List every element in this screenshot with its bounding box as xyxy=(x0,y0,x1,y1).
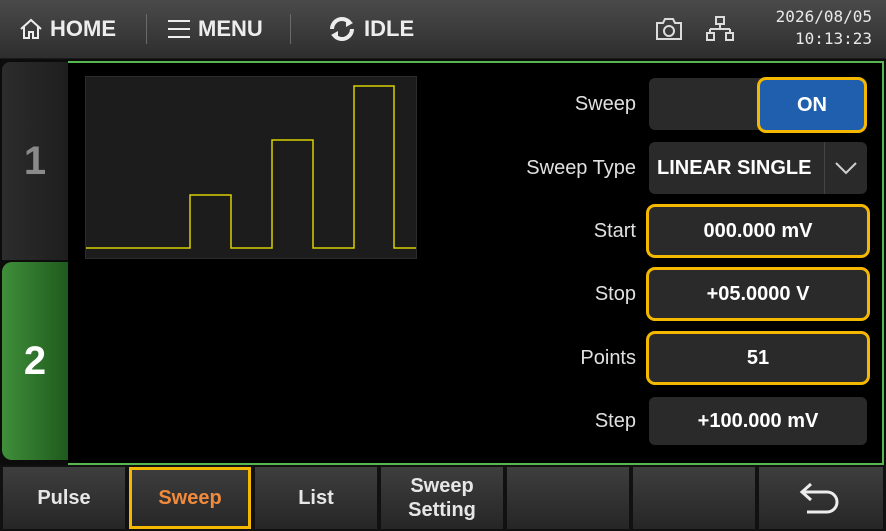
chevron-down-icon[interactable] xyxy=(824,142,867,194)
sweep-label: Sweep xyxy=(574,92,636,115)
empty-softkey[interactable] xyxy=(507,467,630,529)
softkey-line: Setting xyxy=(408,499,476,521)
empty-softkey[interactable] xyxy=(633,467,756,529)
back-arrow-icon xyxy=(799,482,839,514)
menu-icon xyxy=(168,20,190,38)
home-label: HOME xyxy=(50,16,116,41)
softkey-line: Sweep xyxy=(410,475,474,497)
network-icon xyxy=(706,16,734,41)
menu-label: MENU xyxy=(198,16,263,41)
date-text: 2026/08/05 xyxy=(775,7,872,26)
waveform-graphic xyxy=(86,85,416,249)
sweep-on-button[interactable]: ON xyxy=(760,80,864,130)
points-label: Points xyxy=(580,346,636,369)
top-bar xyxy=(0,0,886,59)
home-icon xyxy=(20,18,42,39)
menu-button[interactable]: MENU xyxy=(166,0,263,58)
home-button[interactable]: HOME xyxy=(18,0,116,58)
refresh-icon xyxy=(330,17,354,41)
tab-label: 2 xyxy=(23,338,47,383)
step-field[interactable]: +100.000 mV xyxy=(649,397,867,445)
status-indicator: IDLE xyxy=(326,0,414,58)
stop-field[interactable]: +05.0000 V xyxy=(649,270,867,318)
tab-channel-1[interactable]: 1 xyxy=(2,62,68,260)
time-text: 10:13:23 xyxy=(794,29,872,48)
step-label: Step xyxy=(594,409,636,432)
start-field[interactable]: 000.000 mV xyxy=(649,207,867,255)
tab-channel-2[interactable]: 2 xyxy=(2,262,68,460)
divider xyxy=(146,14,147,44)
sweep-type-select[interactable]: LINEAR SINGLE xyxy=(649,142,867,194)
stop-label: Stop xyxy=(594,282,636,305)
back-softkey[interactable] xyxy=(759,467,884,529)
list-softkey[interactable]: List xyxy=(255,467,378,529)
status-label: IDLE xyxy=(364,16,415,41)
pulse-softkey[interactable]: Pulse xyxy=(3,467,126,529)
datetime: 2026/08/05 10:13:23 xyxy=(776,6,872,50)
sweep-type-label: Sweep Type xyxy=(526,156,636,179)
camera-icon[interactable] xyxy=(654,16,684,42)
divider xyxy=(290,14,291,44)
tab-label: 1 xyxy=(23,138,47,183)
sweep-waveform-preview xyxy=(85,76,417,259)
sweep-type-value: LINEAR SINGLE xyxy=(657,157,812,179)
start-label: Start xyxy=(593,219,636,242)
sweep-softkey[interactable]: Sweep xyxy=(129,467,252,529)
sweep-setting-softkey[interactable]: Sweep Setting xyxy=(381,467,504,529)
points-field[interactable]: 51 xyxy=(649,334,867,382)
